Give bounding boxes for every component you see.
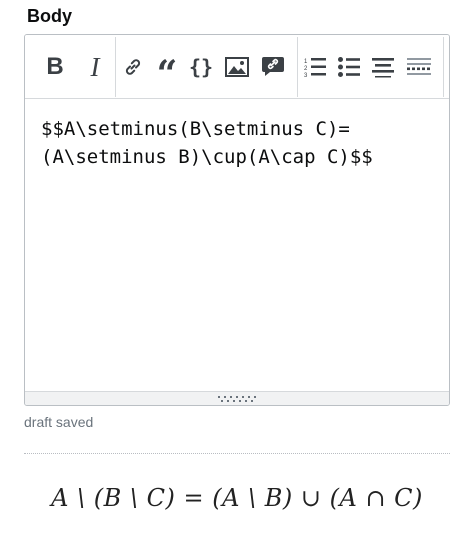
body-field-label: Body	[27, 6, 72, 26]
numbered-list-button[interactable]: 1 2 3	[301, 53, 329, 81]
blockquote-button[interactable]: “	[153, 53, 181, 92]
bulleted-list-button[interactable]	[335, 53, 363, 81]
math-expression: A \ (B \ C) = (A \ B) ∪ (A ∩ C)	[51, 484, 423, 512]
link-button[interactable]	[119, 53, 147, 81]
italic-icon: I	[90, 51, 100, 82]
horizontal-rule-button[interactable]	[405, 53, 433, 81]
rendered-preview: A \ (B \ C) = (A \ B) ∪ (A ∩ C)	[24, 484, 450, 524]
numbered-list-icon: 1 2 3	[303, 55, 327, 79]
bold-icon: B	[46, 53, 64, 80]
svg-text:1: 1	[304, 59, 308, 65]
image-button[interactable]	[223, 53, 251, 81]
body-textarea[interactable]: $$A\setminus(B\setminus C)= (A\setminus …	[25, 99, 449, 393]
quote-icon: “	[156, 53, 178, 95]
svg-text:2: 2	[304, 66, 308, 72]
heading-icon	[371, 55, 395, 79]
grip-dots-icon	[217, 390, 257, 406]
snippet-icon	[260, 55, 286, 79]
svg-text:3: 3	[304, 73, 308, 79]
heading-button[interactable]	[369, 53, 397, 81]
italic-button[interactable]: I	[81, 53, 109, 81]
toolbar-separator	[443, 37, 444, 97]
code-braces-icon: {}	[188, 55, 214, 79]
preview-divider	[24, 453, 450, 454]
resize-grip[interactable]	[25, 391, 449, 405]
link-icon	[122, 56, 144, 78]
markdown-editor: B I “ {} 1 2 3 $$A\setminus(B\setminus C…	[24, 34, 450, 406]
toolbar-separator	[115, 37, 116, 97]
horizontal-rule-icon	[406, 55, 432, 79]
bulleted-list-icon	[337, 55, 361, 79]
snippet-button[interactable]	[259, 53, 287, 81]
editor-toolbar: B I “ {} 1 2 3	[25, 35, 449, 99]
toolbar-separator	[297, 37, 298, 97]
bold-button[interactable]: B	[41, 53, 69, 81]
code-button[interactable]: {}	[187, 53, 215, 81]
draft-status: draft saved	[24, 414, 94, 430]
image-icon	[224, 56, 250, 78]
